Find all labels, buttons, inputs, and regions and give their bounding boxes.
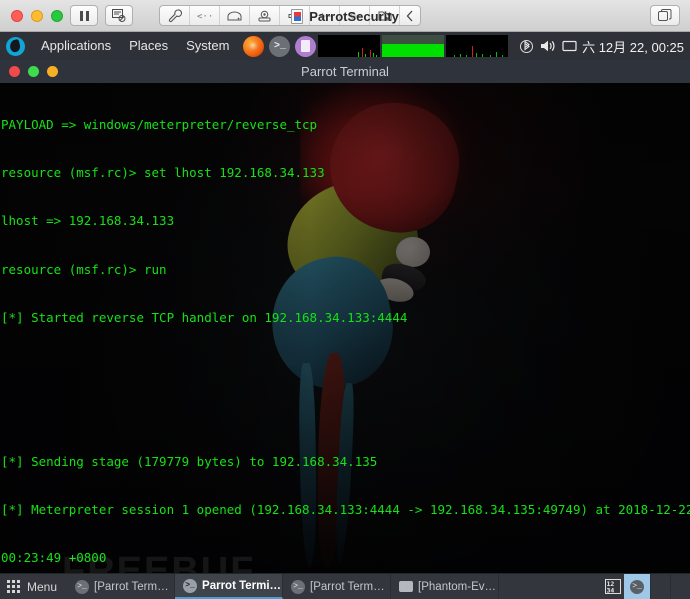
maximize-button[interactable] xyxy=(51,9,63,22)
display-icon[interactable] xyxy=(562,40,577,53)
terminal-body[interactable]: PAYLOAD => windows/meterpreter/reverse_t… xyxy=(0,83,690,573)
vmware-titlebar: <··> xyxy=(0,0,690,32)
taskbar-item-phantom-evasion[interactable]: [Phantom-Ev… xyxy=(391,574,500,599)
sound-button[interactable] xyxy=(280,6,310,25)
snapshot-icon xyxy=(112,9,126,22)
terminal-line: 00:23:49 +0800 xyxy=(1,550,107,566)
menu-applications[interactable]: Applications xyxy=(32,32,120,60)
unity-view-button[interactable] xyxy=(650,5,680,26)
taskbar-item-label: [Parrot Term… xyxy=(94,580,169,593)
network-graph xyxy=(446,35,509,57)
svg-text:<··>: <··> xyxy=(197,12,213,21)
terminal-line: PAYLOAD => windows/meterpreter/reverse_t… xyxy=(1,117,318,133)
pause-icon xyxy=(79,10,89,21)
volume-icon[interactable] xyxy=(540,39,555,53)
settings-wrench-icon xyxy=(168,8,182,22)
terminal-titlebar: Parrot Terminal xyxy=(0,60,690,83)
camera-button[interactable] xyxy=(250,6,280,25)
terminal-line: [*] Meterpreter session 1 opened (192.16… xyxy=(1,502,690,518)
system-monitor-graphs[interactable] xyxy=(318,35,510,57)
folder-icon xyxy=(399,581,414,592)
vm-device-toolbar: <··> xyxy=(159,5,421,26)
terminal-line: resource (msf.rc)> run xyxy=(1,261,167,277)
taskbar-tray-terminal[interactable]: >_ xyxy=(624,574,650,599)
terminal-icon: >_ xyxy=(291,579,306,594)
parrot-logo-icon[interactable] xyxy=(6,36,25,56)
notes-icon[interactable] xyxy=(295,35,317,57)
chevron-left-icon xyxy=(406,10,413,21)
terminal-icon: >_ xyxy=(183,578,198,593)
taskbar-right-tray: 12 34 >_ xyxy=(602,574,690,599)
snapshot-button[interactable] xyxy=(105,5,133,26)
grid-menu-icon xyxy=(7,580,20,593)
harddisk-icon xyxy=(227,11,242,20)
taskbar-item-parrot-terminal-2[interactable]: >_ Parrot Termi… xyxy=(175,574,284,599)
taskbar-item-label: Parrot Termi… xyxy=(202,579,282,592)
system-tray xyxy=(510,39,582,54)
camera-icon xyxy=(258,10,271,21)
terminal-line: [*] Started reverse TCP handler on 192.1… xyxy=(1,309,408,325)
terminal-tray-icon: >_ xyxy=(630,579,644,594)
usb2-icon xyxy=(348,12,361,19)
taskbar-item-label: [Phantom-Ev… xyxy=(418,580,497,593)
svg-text:34: 34 xyxy=(607,587,615,595)
taskbar-item-parrot-terminal-3[interactable]: >_ [Parrot Term… xyxy=(283,574,392,599)
share-folder-button[interactable] xyxy=(370,6,400,25)
usb2-button[interactable] xyxy=(340,6,370,25)
menu-label: Menu xyxy=(27,579,58,594)
workspace-pager-icon: 12 34 xyxy=(605,579,621,594)
network-button[interactable]: <··> xyxy=(190,6,220,25)
terminal-line: resource (msf.rc)> set lhost 192.168.34.… xyxy=(1,165,325,181)
os-top-panel: Applications Places System >_ 六 12月 22, … xyxy=(0,32,690,60)
pause-vm-button[interactable] xyxy=(70,5,98,26)
bottom-taskbar: Menu >_ [Parrot Term… >_ Parrot Termi… >… xyxy=(0,573,690,599)
share-folder-icon xyxy=(378,11,391,20)
network-icon: <··> xyxy=(197,12,213,21)
minimize-button[interactable] xyxy=(31,9,43,22)
terminal-line: [*] Sending stage (179779 bytes) to 192.… xyxy=(1,454,378,470)
terminal-icon[interactable]: >_ xyxy=(269,35,291,57)
settings-wrench-button[interactable] xyxy=(160,6,190,25)
memory-graph xyxy=(382,35,445,57)
taskbar-blank-slot xyxy=(670,574,690,599)
close-button[interactable] xyxy=(11,9,23,22)
taskbar-item-label: [Parrot Term… xyxy=(310,580,385,593)
usb-button[interactable] xyxy=(310,6,340,25)
terminal-output: PAYLOAD => windows/meterpreter/reverse_t… xyxy=(0,83,690,573)
taskbar-blank-slot xyxy=(650,574,670,599)
window-traffic-lights xyxy=(0,9,63,22)
menu-places[interactable]: Places xyxy=(120,32,177,60)
sound-icon xyxy=(288,10,301,21)
taskbar-item-parrot-terminal-1[interactable]: >_ [Parrot Term… xyxy=(67,574,176,599)
collapse-toolbar-button[interactable] xyxy=(400,6,420,25)
workspace-pager[interactable]: 12 34 xyxy=(602,574,624,599)
clock-datetime[interactable]: 六 12月 22, 00:25 xyxy=(582,37,690,56)
terminal-icon: >_ xyxy=(75,579,90,594)
unity-view-icon xyxy=(658,9,672,21)
cpu-graph xyxy=(318,35,381,57)
firefox-icon[interactable] xyxy=(243,35,265,57)
menu-system[interactable]: System xyxy=(177,32,238,60)
usb-icon xyxy=(318,12,331,19)
terminal-title: Parrot Terminal xyxy=(301,64,389,79)
harddisk-button[interactable] xyxy=(220,6,250,25)
bluetooth-icon[interactable] xyxy=(520,39,534,54)
parrot-terminal-window: Parrot Terminal PAYLOAD => windows/meter… xyxy=(0,60,690,573)
taskbar-menu-button[interactable]: Menu xyxy=(0,574,67,599)
terminal-line: lhost => 192.168.34.133 xyxy=(1,213,175,229)
